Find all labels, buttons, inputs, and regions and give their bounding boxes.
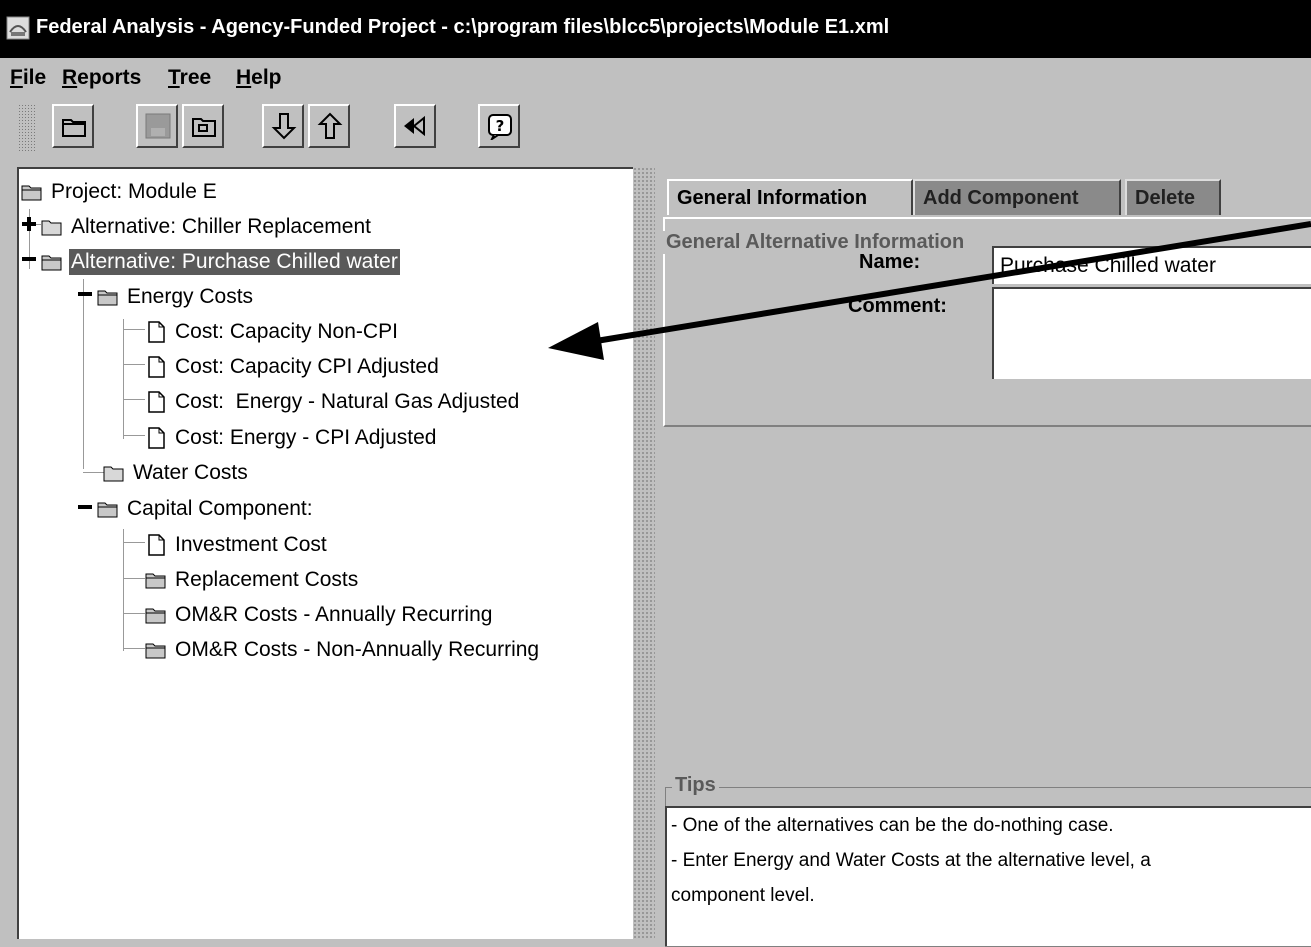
open-folder-icon bbox=[145, 643, 166, 659]
name-label: Name: bbox=[859, 251, 921, 273]
open-project-button[interactable] bbox=[182, 104, 224, 148]
open-button[interactable] bbox=[52, 104, 94, 148]
splitter[interactable] bbox=[633, 167, 655, 939]
comment-textarea[interactable] bbox=[992, 287, 1311, 379]
tip-line: component level. bbox=[671, 885, 815, 906]
tree-node-alternative-chiller[interactable]: Alternative: Chiller Replacement bbox=[41, 210, 373, 244]
app-icon bbox=[6, 16, 30, 40]
tree-node-cost-capacity-cpi[interactable]: Cost: Capacity CPI Adjusted bbox=[145, 350, 441, 384]
title-bar: Federal Analysis - Agency-Funded Project… bbox=[0, 0, 1311, 58]
detail-panel: General Information Add Component Delete… bbox=[655, 167, 1311, 947]
tip-line: - Enter Energy and Water Costs at the al… bbox=[671, 850, 1151, 871]
tree-node-cost-energy-natural-gas[interactable]: Cost: Energy - Natural Gas Adjusted bbox=[145, 385, 521, 419]
tips-legend: Tips bbox=[672, 774, 719, 797]
tip-line: - One of the alternatives can be the do-… bbox=[671, 815, 1114, 836]
open-folder-icon bbox=[62, 119, 86, 137]
menu-tree[interactable]: Tree bbox=[168, 66, 211, 90]
document-icon bbox=[148, 391, 165, 413]
window-title: Federal Analysis - Agency-Funded Project… bbox=[36, 16, 890, 38]
menu-file[interactable]: File bbox=[10, 66, 46, 90]
tree-node-alternative-purchase[interactable]: Alternative: Purchase Chilled water bbox=[41, 245, 400, 279]
general-tab-panel: General Alternative Information Name: Pu… bbox=[663, 217, 1311, 427]
document-icon bbox=[148, 356, 165, 378]
open-folder-icon bbox=[97, 290, 118, 306]
back-icon bbox=[404, 115, 425, 137]
svg-text:?: ? bbox=[496, 117, 505, 135]
folder-icon bbox=[103, 466, 124, 482]
tree-node-energy-costs[interactable]: Energy Costs bbox=[97, 280, 255, 314]
tree-node-replacement-costs[interactable]: Replacement Costs bbox=[145, 563, 360, 597]
tree-node-project[interactable]: Project: Module E bbox=[21, 175, 219, 209]
expand-handle-icon[interactable] bbox=[21, 216, 37, 232]
move-down-icon bbox=[271, 113, 297, 140]
document-icon bbox=[148, 321, 165, 343]
open-project-icon bbox=[192, 118, 216, 137]
move-up-icon bbox=[317, 112, 343, 139]
collapse-handle-icon[interactable] bbox=[77, 499, 93, 515]
move-up-button[interactable] bbox=[308, 104, 350, 148]
help-icon: ? bbox=[488, 114, 512, 140]
tree-node-capital-component[interactable]: Capital Component: bbox=[97, 492, 315, 526]
tree-node-omr-non-annually[interactable]: OM&R Costs - Non-Annually Recurring bbox=[145, 633, 541, 667]
open-folder-icon bbox=[41, 255, 62, 271]
collapse-handle-icon[interactable] bbox=[21, 251, 37, 267]
save-button[interactable] bbox=[136, 104, 178, 148]
name-input[interactable]: Purchase Chilled water bbox=[992, 246, 1311, 284]
toolbar-grip[interactable] bbox=[18, 104, 36, 152]
toolbar: ? bbox=[0, 98, 1311, 162]
open-folder-icon bbox=[21, 185, 42, 201]
tree-node-water-costs[interactable]: Water Costs bbox=[103, 456, 250, 490]
project-tree[interactable]: Project: Module E Alternative: Chiller R… bbox=[17, 167, 633, 939]
document-icon bbox=[148, 534, 165, 556]
tree-node-investment-cost[interactable]: Investment Cost bbox=[145, 528, 329, 562]
tree-node-omr-annually[interactable]: OM&R Costs - Annually Recurring bbox=[145, 598, 494, 632]
folder-icon bbox=[41, 220, 62, 236]
help-button[interactable]: ? bbox=[478, 104, 520, 148]
back-button[interactable] bbox=[394, 104, 436, 148]
save-icon bbox=[145, 113, 171, 139]
menu-reports[interactable]: Reports bbox=[62, 66, 141, 90]
tab-delete[interactable]: Delete bbox=[1125, 179, 1221, 215]
move-down-button[interactable] bbox=[262, 104, 304, 148]
open-folder-icon bbox=[145, 573, 166, 589]
menu-help[interactable]: Help bbox=[236, 66, 282, 90]
tree-node-cost-energy-cpi[interactable]: Cost: Energy - CPI Adjusted bbox=[145, 421, 438, 455]
comment-label: Comment: bbox=[848, 295, 947, 317]
tree-node-cost-capacity-non-cpi[interactable]: Cost: Capacity Non-CPI bbox=[145, 315, 400, 349]
tab-add-component[interactable]: Add Component bbox=[913, 179, 1121, 215]
open-folder-icon bbox=[97, 502, 118, 518]
menu-bar: File Reports Tree Help bbox=[0, 58, 1311, 98]
collapse-handle-icon[interactable] bbox=[77, 286, 93, 302]
tips-text-area[interactable]: - One of the alternatives can be the do-… bbox=[665, 806, 1311, 946]
open-folder-icon bbox=[145, 608, 166, 624]
general-group-legend: General Alternative Information bbox=[663, 231, 968, 254]
document-icon bbox=[148, 427, 165, 449]
tips-group: Tips - One of the alternatives can be th… bbox=[665, 774, 1311, 947]
tab-general-information[interactable]: General Information bbox=[667, 179, 913, 215]
